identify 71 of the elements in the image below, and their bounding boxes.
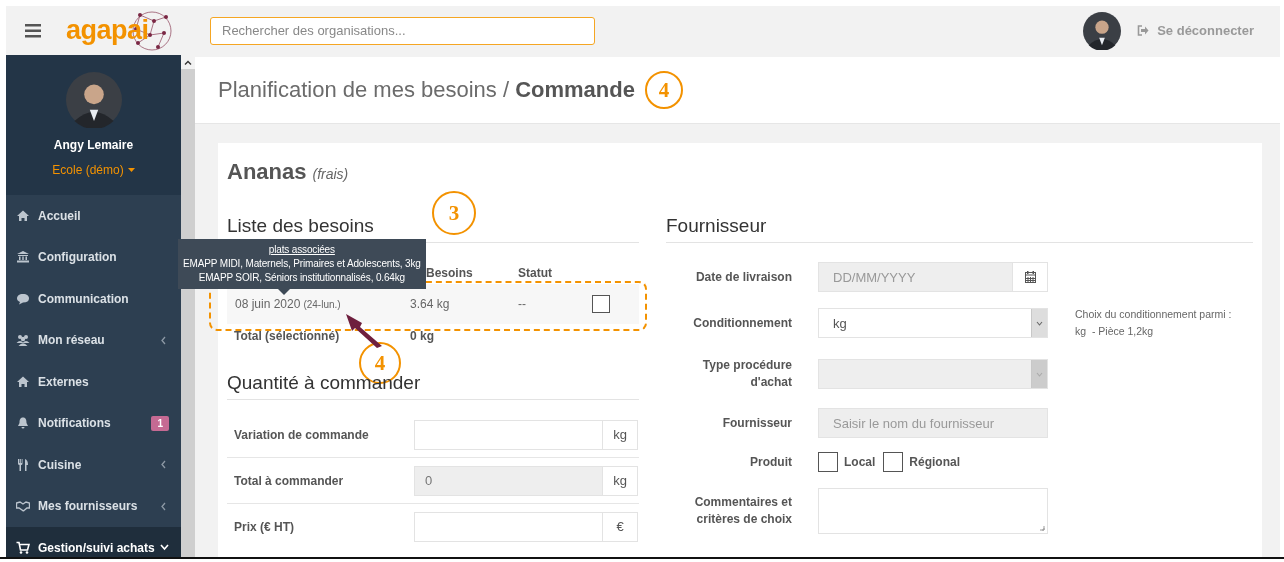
annotation-arrow [346, 314, 382, 348]
tooltip-title: plats associées [267, 243, 336, 257]
sidebar-item[interactable]: Notifications 1 [6, 402, 181, 444]
sidebar-item[interactable]: Mon réseau [6, 319, 181, 361]
tooltip-text: EMAPP MIDI, Maternels, Primaires et Adolescents, 3kg [183, 257, 421, 271]
checkbox-label: Régional [909, 455, 960, 469]
tooltip-text: EMAPP SOIR, Séniors institutionnalisés, 0.64kg [197, 271, 406, 285]
comment-field[interactable] [818, 488, 1048, 534]
chat-icon [16, 291, 30, 306]
bell-icon [16, 416, 30, 431]
row-checkbox[interactable] [592, 295, 610, 313]
column-header: Besoins [426, 266, 474, 280]
search-field[interactable]: Rechercher des organisations... [210, 16, 595, 45]
hint-text: kg - Pièce 1,2kg [1075, 324, 1155, 339]
home-icon [16, 208, 30, 223]
field-label: Conditionnement [692, 314, 792, 332]
section-title: Quantité à commander [227, 372, 421, 393]
caret-icon [127, 168, 135, 172]
cutlery-icon [16, 457, 30, 472]
caret-icon [1036, 320, 1043, 326]
table-row[interactable]: 08 juin 2020 (24-lun.) 3.64 kg -- [227, 284, 639, 324]
input-field[interactable]: kg [414, 419, 638, 450]
count-badge: 1 [151, 415, 169, 431]
logout-icon [1137, 25, 1150, 36]
section-title: Liste des besoins [227, 215, 374, 236]
status-cell: -- [518, 297, 526, 311]
chevron-icon[interactable] [160, 543, 169, 553]
field-label: Variation de commande [233, 427, 370, 442]
user-name: Angy Lemaire [53, 138, 134, 152]
field-label: Type procédure d'achat [701, 357, 792, 391]
sidebar-item[interactable]: Gestion/suivi achats [6, 527, 181, 557]
section-title: Fournisseur [666, 215, 767, 236]
menu-icon[interactable] [25, 23, 41, 38]
cart-icon [16, 540, 30, 555]
annotation-marker: 4 [644, 71, 683, 109]
field-label: Date de livraison [694, 268, 792, 286]
user-avatar [65, 72, 122, 128]
column-header: Statut [518, 266, 553, 280]
bank-icon [16, 250, 30, 265]
checkbox[interactable] [883, 452, 904, 472]
field-label: Commentaires et critères de choix [693, 494, 792, 528]
resize-icon [1039, 525, 1045, 531]
product-title: Ananas (frais) [227, 159, 350, 185]
scroll-up-icon[interactable] [184, 59, 192, 65]
field-label: Produit [749, 453, 792, 471]
sidebar-item[interactable]: Configuration [6, 236, 181, 278]
users-icon [16, 333, 30, 348]
sidebar-item[interactable]: Communication [6, 278, 181, 320]
home-icon [16, 374, 30, 389]
checkbox[interactable] [818, 452, 838, 472]
organization-dropdown[interactable]: Ecole (démo) [52, 163, 135, 177]
day-label: (24-lun.) [303, 299, 341, 310]
caret-icon [1036, 371, 1043, 377]
user-avatar [1083, 11, 1122, 50]
total-value: 0 kg [410, 329, 434, 343]
field-label: Total à commander [233, 473, 345, 488]
input-field[interactable]: € [414, 511, 638, 542]
sidebar-item[interactable]: Accueil [6, 195, 181, 237]
sidebar-item[interactable]: Externes [6, 361, 181, 403]
select-field[interactable]: kg [818, 308, 1048, 338]
sidebar-item[interactable]: Cuisine [6, 444, 181, 486]
hint-text: Choix du conditionnement parmi : [1075, 307, 1232, 322]
sidebar-item[interactable]: Mes fournisseurs [6, 485, 181, 527]
field-label: Fournisseur [721, 414, 792, 432]
quantity-cell: 3.64 kg [410, 297, 450, 311]
page-title: Planification de mes besoins / Commande [218, 77, 635, 103]
total-label: Total (sélectionné) [233, 329, 341, 343]
date-cell: 08 juin 2020 [235, 297, 301, 311]
annotation-marker: 3 [432, 191, 476, 235]
field-label: Prix (€ HT) [233, 519, 295, 534]
checkbox-label: Local [844, 455, 876, 469]
